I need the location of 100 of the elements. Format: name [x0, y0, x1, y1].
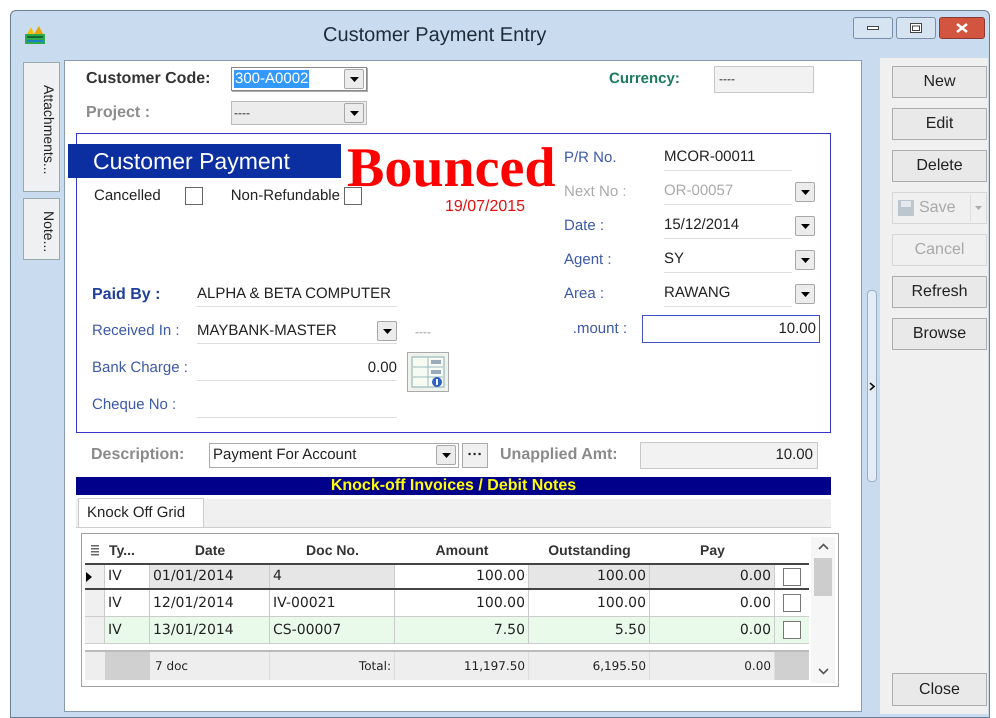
table-cell: 100.00	[529, 590, 650, 616]
dropdown-button[interactable]	[795, 182, 815, 202]
column-header[interactable]: Doc No.	[270, 540, 395, 560]
table-cell: IV-00021	[270, 590, 395, 616]
field-label: Cheque No :	[91, 395, 178, 416]
column-header[interactable]: Outstanding	[529, 540, 650, 560]
field-value: ----	[719, 71, 735, 88]
column-header[interactable]: Ty...	[105, 540, 150, 560]
field-value: 10.00	[778, 318, 816, 339]
section-banner: Knock-off Invoices / Debit Notes	[76, 477, 831, 495]
maximize-icon	[910, 23, 922, 33]
number-field[interactable]: 0.00	[197, 356, 397, 381]
checkbox[interactable]	[783, 568, 802, 586]
description-combo[interactable]: Payment For Account	[209, 442, 459, 468]
app-icon	[24, 24, 46, 44]
field-label: Paid By :	[91, 284, 162, 304]
calculator-icon[interactable]	[407, 352, 449, 392]
table-cell: 0.00	[650, 565, 775, 588]
caret-icon	[350, 110, 358, 116]
column-header[interactable]: Pay	[650, 540, 775, 560]
text-field[interactable]: MCOR-00011	[664, 145, 792, 171]
side-tab[interactable]: Attachments...	[23, 62, 60, 192]
table-cell: 7.50	[395, 617, 529, 643]
column-header[interactable]: Date	[150, 540, 270, 560]
chevron-icon	[869, 382, 875, 390]
toolbar-button[interactable]: Browse	[892, 318, 987, 350]
footer-cell	[105, 652, 150, 680]
column-header[interactable]: Amount	[395, 540, 529, 560]
maximize-button[interactable]	[896, 17, 936, 39]
combo-box[interactable]: MAYBANK-MASTER	[197, 319, 397, 344]
combo-box[interactable]: SY	[664, 247, 792, 273]
scroll-thumb[interactable]	[814, 558, 832, 596]
window-title: Customer Payment Entry	[323, 22, 546, 48]
checkbox[interactable]	[783, 594, 802, 612]
field-label: .mount :	[572, 318, 628, 339]
row-pointer-icon	[85, 570, 93, 582]
combo-value: MAYBANK-MASTER	[197, 320, 337, 341]
field-value: 10.00	[775, 444, 813, 465]
scroll-up-icon[interactable]	[818, 543, 829, 550]
field-label: Project :	[86, 103, 152, 123]
combo-box[interactable]: 15/12/2014	[664, 213, 792, 239]
amount-field[interactable]: 10.00	[642, 315, 820, 343]
dropdown-button[interactable]	[436, 445, 456, 465]
close-button[interactable]	[939, 17, 985, 39]
close-icon	[956, 23, 968, 33]
field-label: Unapplied Amt:	[500, 445, 619, 465]
caret-icon	[382, 328, 392, 334]
checkbox-label: Cancelled	[94, 186, 161, 206]
table-row[interactable]: IV 01/01/2014 4 100.00 100.00 0.00	[85, 563, 810, 590]
table-cell: 100.00	[395, 590, 529, 616]
table-cell: IV	[105, 617, 150, 643]
toolbar-button[interactable]: Delete	[892, 150, 987, 182]
field-value: OR-00057	[664, 181, 734, 202]
field-label: Agent :	[563, 250, 613, 270]
dropdown-button[interactable]	[795, 250, 815, 270]
tab[interactable]: Knock Off Grid	[78, 498, 204, 527]
toolbar-button[interactable]: Refresh	[892, 276, 987, 308]
checkbox[interactable]	[184, 187, 203, 205]
row-header-cell[interactable]	[85, 565, 105, 588]
splitter-handle[interactable]	[867, 290, 877, 482]
combo-value: Payment For Account	[213, 444, 356, 465]
checkbox[interactable]	[344, 187, 362, 205]
dropdown-button[interactable]	[377, 321, 397, 341]
minimize-button[interactable]	[853, 17, 893, 39]
table-row[interactable]: IV 12/01/2014 IV-00021 100.00 100.00 0.00	[85, 590, 810, 617]
row-header-cell[interactable]	[85, 590, 105, 616]
row-header-cell[interactable]	[85, 617, 105, 643]
footer-cell	[775, 652, 810, 680]
field-label: Received In :	[91, 321, 181, 342]
field-value: ALPHA & BETA COMPUTER	[197, 284, 391, 304]
table-row[interactable]: IV 13/01/2014 CS-00007 7.50 5.50 0.00	[85, 617, 810, 644]
close-form-button[interactable]: Close	[892, 673, 987, 706]
table-cell: 12/01/2014	[150, 590, 270, 616]
scroll-down-icon[interactable]	[818, 668, 829, 675]
table-cell: 01/01/2014	[150, 565, 270, 588]
checkbox[interactable]	[783, 621, 802, 639]
caret-icon	[350, 76, 358, 82]
caret-icon	[800, 224, 810, 228]
dropdown-button[interactable]	[795, 284, 815, 304]
field-label: Area :	[563, 284, 606, 304]
dropdown-button[interactable]	[344, 69, 364, 89]
side-tab[interactable]: Note...	[23, 198, 60, 260]
table-cell: 100.00	[529, 565, 650, 588]
caret-icon	[800, 258, 810, 262]
toolbar-button[interactable]: New	[892, 66, 987, 98]
stamp-date: 19/07/2015	[445, 197, 526, 217]
toolbar-button[interactable]: Edit	[892, 108, 987, 140]
table-cell: 4	[270, 565, 395, 588]
text-field[interactable]: ALPHA & BETA COMPUTER	[197, 282, 397, 307]
field-label: Description:	[91, 445, 186, 465]
combo-value: 300-A0002	[234, 70, 310, 88]
combo-box[interactable]: RAWANG	[664, 281, 792, 307]
table-cell: 0.00	[650, 590, 775, 616]
field-label: Bank Charge :	[91, 358, 189, 378]
field-label: Currency:	[609, 68, 681, 89]
caret-icon	[442, 452, 450, 458]
dropdown-button[interactable]	[795, 216, 815, 236]
more-button[interactable]: ···	[462, 442, 488, 468]
field-value: 15/12/2014	[664, 215, 740, 236]
table-cell: IV	[105, 590, 150, 616]
